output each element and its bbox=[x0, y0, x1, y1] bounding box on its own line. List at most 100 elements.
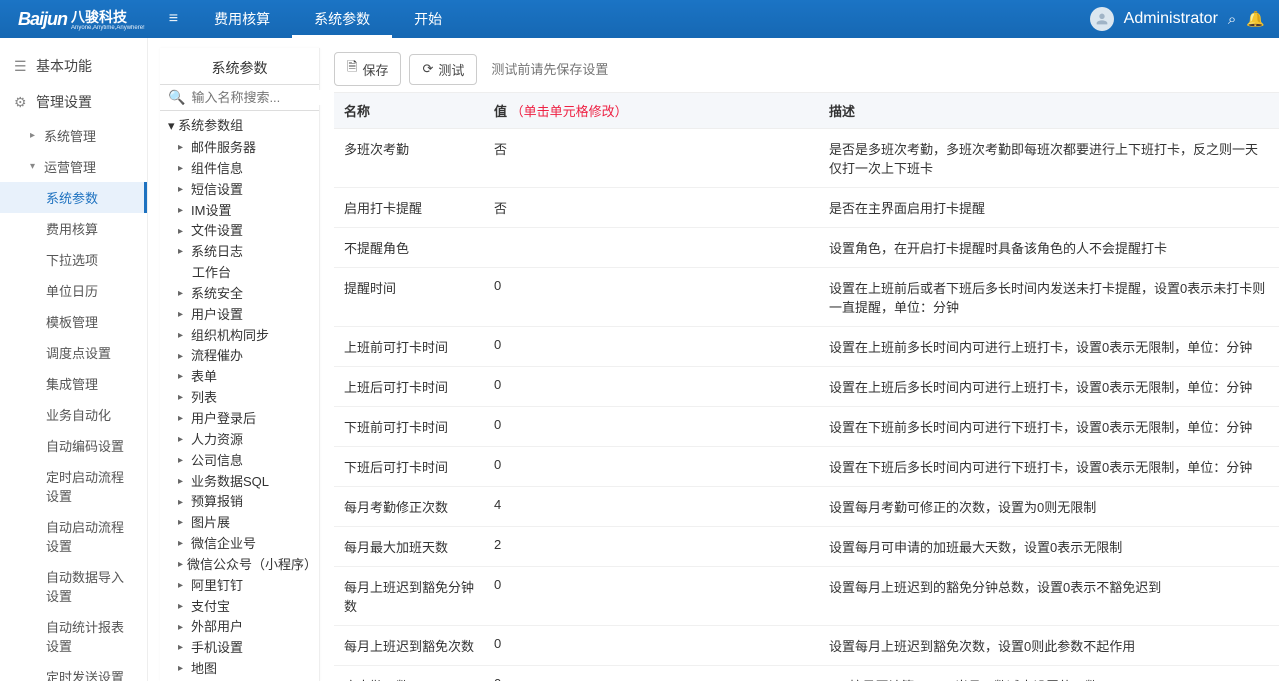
tree-node[interactable]: ▸IM设置 bbox=[160, 201, 319, 222]
table-row: 下班后可打卡时间0设置在下班后多长时间内可进行下班打卡，设置0表示无限制，单位：… bbox=[334, 447, 1279, 487]
username[interactable]: Administrator bbox=[1124, 10, 1218, 28]
tree-node[interactable]: ▸表单 bbox=[160, 367, 319, 388]
user-icon bbox=[1094, 11, 1110, 27]
nav-leaf[interactable]: 调度点设置 bbox=[0, 337, 147, 368]
caret-right-icon: ▸ bbox=[178, 162, 187, 177]
logo-text: Baijun bbox=[18, 9, 67, 30]
caret-icon: ▾ bbox=[30, 161, 40, 172]
caret-right-icon: ▸ bbox=[178, 412, 187, 427]
top-tab-0[interactable]: 费用核算 bbox=[192, 0, 292, 38]
nav-leaf[interactable]: 自动数据导入设置 bbox=[0, 561, 147, 611]
table-row: 应出勤天数00：按日历计算；>0：当月天数减去设置的天数 bbox=[334, 666, 1279, 681]
tree-node[interactable]: ▸预算报销 bbox=[160, 492, 319, 513]
cell-value[interactable]: 0 bbox=[484, 407, 819, 446]
nav-leaf[interactable]: 定时启动流程设置 bbox=[0, 461, 147, 511]
nav-leaf[interactable]: 集成管理 bbox=[0, 368, 147, 399]
bell-icon[interactable]: 🔔 bbox=[1246, 10, 1265, 28]
table-row: 启用打卡提醒否是否在主界面启用打卡提醒 bbox=[334, 188, 1279, 228]
nav-leaf[interactable]: 自动统计报表设置 bbox=[0, 611, 147, 661]
caret-right-icon: ▸ bbox=[178, 475, 187, 490]
caret-right-icon: ▸ bbox=[178, 600, 187, 615]
caret-right-icon: ▸ bbox=[178, 245, 187, 260]
cell-value[interactable]: 0 bbox=[484, 367, 819, 406]
caret-right-icon: ▸ bbox=[178, 225, 187, 240]
tree-node[interactable]: ▸手机设置 bbox=[160, 638, 319, 659]
cell-name: 启用打卡提醒 bbox=[334, 188, 484, 227]
tree-node[interactable]: ▸短信设置 bbox=[160, 180, 319, 201]
nav-leaf[interactable]: 业务自动化 bbox=[0, 399, 147, 430]
tree-node[interactable]: ▸流程催办 bbox=[160, 346, 319, 367]
cell-name: 上班后可打卡时间 bbox=[334, 367, 484, 406]
tree-node[interactable]: ▸用户设置 bbox=[160, 305, 319, 326]
top-tab-1[interactable]: 系统参数 bbox=[292, 0, 392, 38]
cell-name: 不提醒角色 bbox=[334, 228, 484, 267]
cell-value[interactable]: 0 bbox=[484, 626, 819, 665]
cell-desc: 设置在下班后多长时间内可进行下班打卡，设置0表示无限制，单位：分钟 bbox=[819, 447, 1279, 486]
cell-value[interactable]: 0 bbox=[484, 327, 819, 366]
nav-leaf[interactable]: 模板管理 bbox=[0, 306, 147, 337]
caret-right-icon: ▸ bbox=[178, 183, 187, 198]
tree-root[interactable]: ▾ 系统参数组 bbox=[160, 111, 319, 138]
tree-node[interactable]: ▸微信企业号 bbox=[160, 534, 319, 555]
cell-name: 应出勤天数 bbox=[334, 666, 484, 681]
nav-leaf[interactable]: 单位日历 bbox=[0, 275, 147, 306]
caret-right-icon: ▸ bbox=[178, 537, 187, 552]
tree-node[interactable]: ▸系统安全 bbox=[160, 284, 319, 305]
cell-value[interactable]: 4 bbox=[484, 487, 819, 526]
cell-desc: 设置在下班前多长时间内可进行下班打卡，设置0表示无限制，单位：分钟 bbox=[819, 407, 1279, 446]
cell-value[interactable]: 0 bbox=[484, 666, 819, 681]
param-tree-panel: 系统参数 🔍 ▾ 系统参数组▸邮件服务器▸组件信息▸短信设置▸IM设置▸文件设置… bbox=[160, 48, 320, 681]
tree-node[interactable]: ▸用户登录后 bbox=[160, 409, 319, 430]
avatar[interactable] bbox=[1090, 7, 1114, 31]
tree-node[interactable]: ▸微信公众号（小程序） bbox=[160, 555, 319, 576]
nav-leaf[interactable]: 系统参数 bbox=[0, 182, 147, 213]
cell-value[interactable]: 2 bbox=[484, 527, 819, 566]
nav-leaf[interactable]: 下拉选项 bbox=[0, 244, 147, 275]
nav-leaf[interactable]: 费用核算 bbox=[0, 213, 147, 244]
cell-desc: 是否在主界面启用打卡提醒 bbox=[819, 188, 1279, 227]
tree-node[interactable]: ▸业务数据SQL bbox=[160, 472, 319, 493]
cell-value[interactable]: 否 bbox=[484, 129, 819, 187]
tree-node[interactable]: ▸文件设置 bbox=[160, 221, 319, 242]
caret-right-icon: ▸ bbox=[178, 329, 187, 344]
tree-node[interactable]: ▸人力资源 bbox=[160, 430, 319, 451]
test-button[interactable]: ⟳ 测试 bbox=[409, 54, 477, 85]
tree-node[interactable]: ▸图片展 bbox=[160, 513, 319, 534]
tree-node[interactable]: ▸列表 bbox=[160, 388, 319, 409]
cell-value[interactable]: 否 bbox=[484, 188, 819, 227]
toolbar: 🗎 保存 ⟳ 测试 bbox=[334, 52, 1279, 86]
caret-right-icon: ▸ bbox=[178, 496, 187, 511]
tree-node[interactable]: ▸外部用户 bbox=[160, 617, 319, 638]
tree-node[interactable]: ▸地图 bbox=[160, 659, 319, 680]
nav-sub[interactable]: ▾运营管理 bbox=[0, 151, 147, 182]
main-content: 🗎 保存 ⟳ 测试 名称 值 （单击单元格修改） 描述 多班次考勤否是否是多班次… bbox=[320, 38, 1279, 681]
cell-value[interactable]: 0 bbox=[484, 447, 819, 486]
nav-leaf[interactable]: 自动编码设置 bbox=[0, 430, 147, 461]
caret-right-icon: ▸ bbox=[178, 370, 187, 385]
nav-leaf[interactable]: 自动启动流程设置 bbox=[0, 511, 147, 561]
tree-node[interactable]: ▸邮件服务器 bbox=[160, 138, 319, 159]
tree-node[interactable]: ▸阿里钉钉 bbox=[160, 576, 319, 597]
tree-node[interactable]: ▸公司信息 bbox=[160, 451, 319, 472]
tree-node[interactable]: ▸组件信息 bbox=[160, 159, 319, 180]
tree-node[interactable]: ▸组织机构同步 bbox=[160, 326, 319, 347]
top-tab-2[interactable]: 开始 bbox=[392, 0, 464, 38]
nav-group[interactable]: ☰基本功能 bbox=[0, 48, 147, 84]
toolbar-hint bbox=[485, 58, 745, 81]
cell-value[interactable]: 0 bbox=[484, 268, 819, 326]
tree-node[interactable]: 工作台 bbox=[160, 263, 319, 284]
grid-header: 名称 值 （单击单元格修改） 描述 bbox=[334, 92, 1279, 129]
tree-node[interactable]: ▸支付宝 bbox=[160, 597, 319, 618]
logo-cn: 八骏科技 bbox=[71, 9, 127, 25]
nav-group[interactable]: ⚙管理设置 bbox=[0, 84, 147, 120]
nav-leaf[interactable]: 定时发送设置 bbox=[0, 661, 147, 681]
menu-toggle-icon[interactable]: ≡ bbox=[155, 10, 192, 28]
search-icon[interactable]: ⌕ bbox=[1228, 11, 1236, 28]
save-button[interactable]: 🗎 保存 bbox=[334, 52, 401, 86]
cell-value[interactable] bbox=[484, 228, 819, 267]
cell-value[interactable]: 0 bbox=[484, 567, 819, 625]
tree-node[interactable]: ▸系统日志 bbox=[160, 242, 319, 263]
nav-sub[interactable]: ▸系统管理 bbox=[0, 120, 147, 151]
refresh-icon: ⟳ bbox=[422, 61, 433, 77]
cell-desc: 设置在上班后多长时间内可进行上班打卡，设置0表示无限制，单位：分钟 bbox=[819, 367, 1279, 406]
